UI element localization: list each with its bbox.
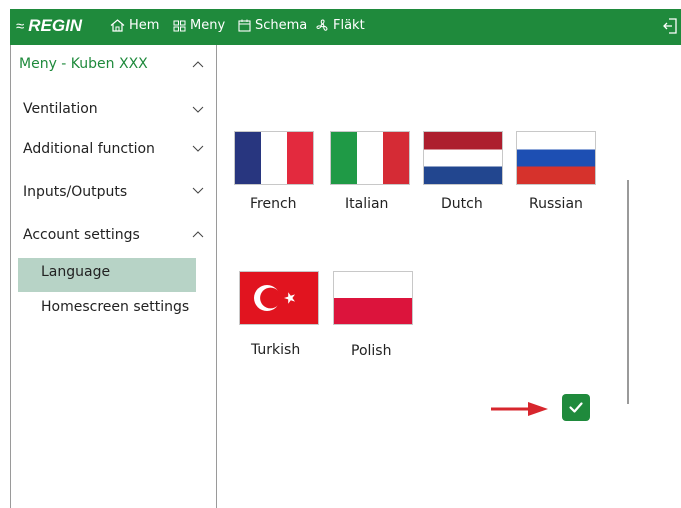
top-bar: ≈ REGIN Hem Meny Schema Fläkt: [10, 9, 681, 45]
logo-text: REGIN: [28, 16, 83, 35]
sidebar-item-additional-function[interactable]: Additional function: [23, 141, 155, 157]
language-label: French: [250, 196, 297, 212]
calendar-icon: [238, 19, 251, 32]
regin-logo[interactable]: ≈ REGIN: [16, 16, 82, 36]
nav-fan[interactable]: Fläkt: [316, 18, 365, 33]
nav-schedule-label: Schema: [255, 18, 308, 33]
language-option-polish[interactable]: Polish: [334, 272, 412, 359]
nav-menu[interactable]: Meny: [173, 18, 225, 33]
sidebar-item-label: Account settings: [23, 227, 140, 243]
chevron-up-icon[interactable]: [192, 60, 204, 68]
sidebar-menu: Meny - Kuben XXX Ventilation Additional …: [10, 45, 217, 508]
flag-france-icon: [235, 132, 313, 184]
sidebar-item-label: Inputs/Outputs: [23, 184, 128, 200]
chevron-down-icon[interactable]: [192, 145, 204, 153]
language-label: Dutch: [441, 196, 483, 212]
flag-netherlands-icon: [424, 132, 502, 184]
flag-italy-icon: [331, 132, 409, 184]
flag-poland-icon: [334, 272, 412, 324]
sidebar-subitem-label: Language: [41, 264, 111, 280]
nav-schedule[interactable]: Schema: [238, 18, 307, 33]
arrow-pointer-icon: [491, 402, 548, 416]
sidebar-subitem-label: Homescreen settings: [41, 299, 190, 315]
waves-icon: ≈: [16, 17, 25, 35]
flag-russia-icon: [517, 132, 595, 184]
check-icon: [569, 402, 583, 413]
sidebar-subitem-homescreen-settings[interactable]: Homescreen settings: [41, 299, 189, 315]
nav-fan-label: Fläkt: [333, 18, 365, 33]
scrollbar-track[interactable]: [627, 180, 629, 404]
chevron-down-icon[interactable]: [192, 106, 204, 114]
language-label: Turkish: [251, 342, 301, 358]
flag-turkey-icon: [240, 272, 318, 324]
nav-home[interactable]: Hem: [110, 18, 159, 33]
sidebar-item-label: Ventilation: [23, 101, 98, 117]
logout-icon[interactable]: [661, 17, 679, 35]
nav-menu-label: Meny: [190, 18, 226, 33]
language-label: Italian: [345, 196, 389, 212]
language-label: Polish: [351, 343, 392, 359]
sidebar-item-ventilation[interactable]: Ventilation: [23, 101, 98, 117]
fan-icon: [316, 19, 328, 31]
sidebar-item-inputs-outputs[interactable]: Inputs/Outputs: [23, 184, 127, 200]
language-label: Russian: [529, 196, 583, 212]
sidebar-title[interactable]: Meny - Kuben XXX: [19, 56, 148, 72]
sidebar-subitem-language[interactable]: Language: [41, 264, 110, 280]
sidebar-item-label: Additional function: [23, 141, 155, 157]
grid-icon: [173, 20, 186, 31]
sidebar-item-account-settings[interactable]: Account settings: [23, 227, 140, 243]
chevron-down-icon[interactable]: [192, 187, 204, 195]
chevron-up-icon[interactable]: [192, 230, 204, 238]
language-option-russian[interactable]: Russian: [517, 132, 595, 212]
nav-home-label: Hem: [129, 18, 160, 33]
language-option-dutch[interactable]: Dutch: [424, 132, 502, 212]
language-option-italian[interactable]: Italian: [331, 132, 409, 212]
language-option-turkish[interactable]: Turkish: [240, 272, 318, 358]
home-icon: [110, 19, 125, 32]
language-option-french[interactable]: French: [235, 132, 313, 212]
confirm-button[interactable]: [562, 394, 590, 421]
